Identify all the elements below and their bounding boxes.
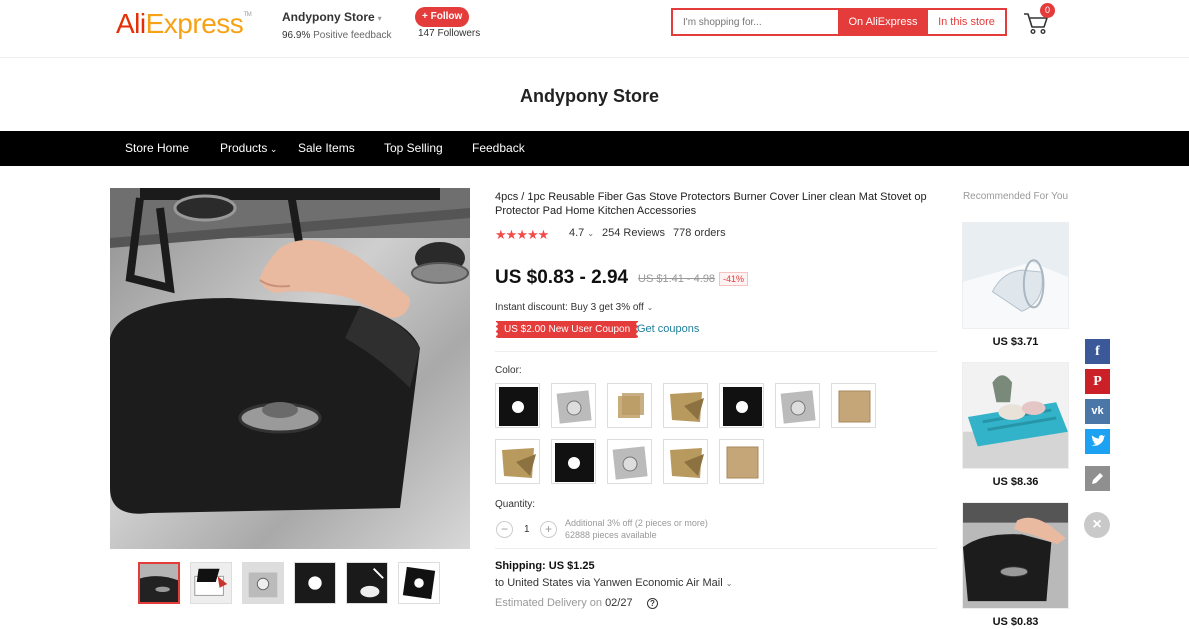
rating-stars: ★★★★★ — [495, 227, 549, 242]
search-input[interactable] — [673, 10, 838, 34]
new-user-coupon[interactable]: US $2.00 New User Coupon — [493, 321, 641, 338]
facebook-icon[interactable]: f — [1085, 339, 1110, 364]
thumbnail-6[interactable] — [398, 562, 440, 604]
chevron-down-icon: ▾ — [377, 14, 382, 23]
estimated-delivery: Estimated Delivery on 02/27 — [495, 597, 633, 609]
color-swatch-12[interactable] — [719, 439, 764, 484]
recommended-item-2-image[interactable] — [962, 362, 1069, 469]
chevron-down-icon: ⌄ — [646, 303, 654, 312]
logo-trademark: TM — [243, 12, 252, 18]
reviews-count[interactable]: 254 Reviews — [602, 227, 665, 239]
search-aliexpress-button[interactable]: On AliExpress — [838, 10, 928, 34]
nav-store-home[interactable]: Store Home — [125, 131, 189, 166]
thumbnail-1[interactable] — [138, 562, 180, 604]
quantity-label: Quantity: — [495, 499, 536, 510]
nav-sale-items[interactable]: Sale Items — [298, 131, 355, 166]
color-swatch-8[interactable] — [495, 439, 540, 484]
store-info: Andypony Store ▾ 96.9% Positive feedback — [282, 10, 392, 41]
edit-icon[interactable] — [1085, 466, 1110, 491]
color-swatch-7[interactable] — [831, 383, 876, 428]
recommended-item-3-price[interactable]: US $0.83 — [962, 616, 1069, 628]
color-swatch-4[interactable] — [663, 383, 708, 428]
thumbnail-5[interactable] — [346, 562, 388, 604]
pinterest-icon[interactable]: P — [1085, 369, 1110, 394]
nav-top-selling[interactable]: Top Selling — [384, 131, 443, 166]
color-swatch-5[interactable] — [719, 383, 764, 428]
recommended-item-1-image[interactable] — [962, 222, 1069, 329]
cart-count-badge: 0 — [1040, 3, 1055, 18]
recommended-item-3-image[interactable] — [962, 502, 1069, 609]
quantity-discount-note: Additional 3% off (2 pieces or more) — [565, 518, 708, 528]
thumbnail-3[interactable] — [242, 562, 284, 604]
color-swatch-3[interactable] — [607, 383, 652, 428]
color-swatch-9[interactable] — [551, 439, 596, 484]
quantity-decrease-button[interactable]: − — [496, 521, 513, 538]
product-price: US $0.83 - 2.94 — [495, 267, 629, 288]
thumbnail-4[interactable] — [294, 562, 336, 604]
color-swatch-6[interactable] — [775, 383, 820, 428]
color-swatch-2[interactable] — [551, 383, 596, 428]
orders-count: 778 orders — [673, 227, 726, 239]
store-title: Andypony Store — [519, 86, 659, 106]
search-bar: On AliExpress In this store — [671, 8, 1007, 36]
top-header: AliExpress TM Andypony Store ▾ 96.9% Posi… — [0, 0, 1189, 58]
nav-feedback[interactable]: Feedback — [472, 131, 525, 166]
aliexpress-logo[interactable]: AliExpress TM — [116, 8, 252, 40]
divider — [495, 548, 937, 549]
recommended-item-1-price[interactable]: US $3.71 — [962, 336, 1069, 348]
follow-button[interactable]: + Follow — [415, 7, 470, 27]
product-title: 4pcs / 1pc Reusable Fiber Gas Stove Prot… — [495, 191, 927, 217]
divider — [495, 351, 937, 352]
store-name-link[interactable]: Andypony Store ▾ — [282, 10, 392, 24]
vk-icon[interactable]: vk — [1085, 399, 1110, 424]
shipping-method[interactable]: to United States via Yanwen Economic Air… — [495, 577, 732, 589]
shipping-cost: Shipping: US $1.25 — [495, 560, 595, 572]
color-label: Color: — [495, 365, 522, 376]
chevron-down-icon: ⌄ — [587, 229, 595, 238]
color-swatch-10[interactable] — [607, 439, 652, 484]
store-navbar: Store Home Products ⌄ Sale Items Top Sel… — [0, 131, 1189, 166]
quantity-increase-button[interactable]: + — [540, 521, 557, 538]
chevron-down-icon: ⌄ — [725, 579, 733, 588]
get-coupons-link[interactable]: Get coupons — [637, 323, 699, 335]
rating-value[interactable]: 4.7 ⌄ — [569, 227, 594, 239]
instant-discount[interactable]: Instant discount: Buy 3 get 3% off ⌄ — [495, 302, 653, 313]
thumbnail-2[interactable] — [190, 562, 232, 604]
store-rating: 96.9% Positive feedback — [282, 30, 392, 41]
color-swatch-1[interactable] — [495, 383, 540, 428]
chevron-down-icon: ⌄ — [267, 144, 278, 154]
nav-products[interactable]: Products ⌄ — [220, 131, 277, 166]
quantity-input[interactable]: 1 — [524, 524, 530, 535]
followers-count: 147 Followers — [418, 28, 481, 39]
discount-badge: -41% — [719, 272, 749, 286]
original-price: US $1.41 - 4.98 — [638, 273, 716, 285]
recommended-item-2-price[interactable]: US $8.36 — [962, 476, 1069, 488]
twitter-icon[interactable] — [1085, 429, 1110, 454]
pieces-available: 62888 pieces available — [565, 530, 657, 540]
search-store-button[interactable]: In this store — [928, 10, 1005, 34]
product-main-image[interactable] — [110, 188, 470, 549]
color-swatch-11[interactable] — [663, 439, 708, 484]
help-icon[interactable]: ? — [647, 598, 658, 609]
close-icon[interactable]: × — [1084, 512, 1110, 538]
recommended-title: Recommended For You — [962, 191, 1069, 202]
